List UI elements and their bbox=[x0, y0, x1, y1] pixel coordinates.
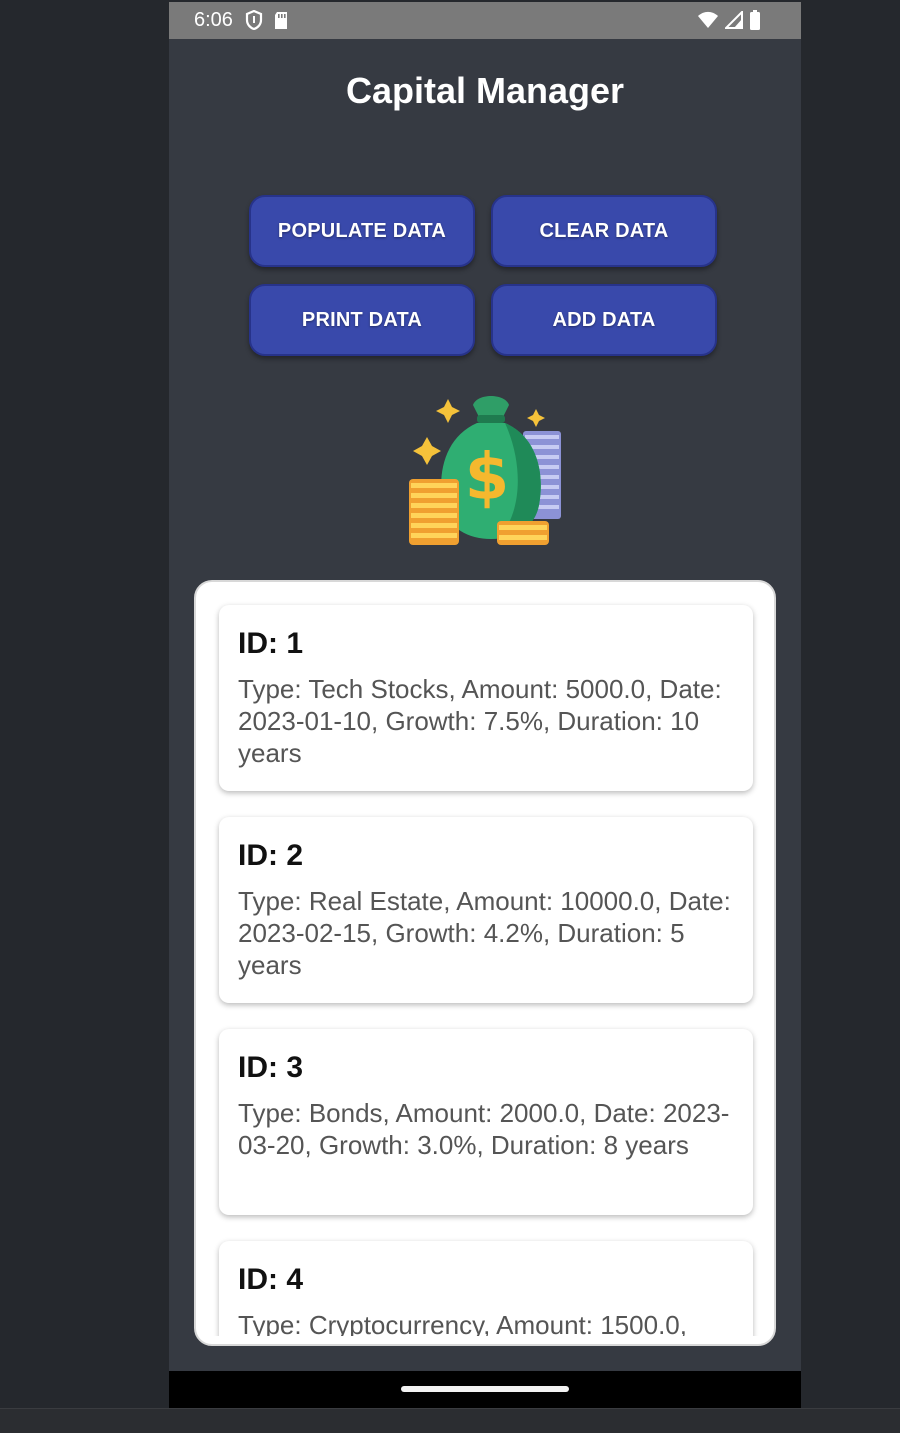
battery-icon bbox=[749, 10, 761, 35]
print-data-button[interactable]: PRINT DATA bbox=[249, 284, 475, 356]
record-id: ID: 3 bbox=[238, 1051, 304, 1084]
money-bag-icon: $ bbox=[405, 387, 565, 547]
svg-text:$: $ bbox=[465, 441, 510, 515]
clear-data-button[interactable]: CLEAR DATA bbox=[491, 195, 717, 267]
phone-screen: 6:06 Capital Manager POPULATE DATA CLEAR… bbox=[169, 2, 801, 1408]
status-bar: 6:06 bbox=[169, 2, 801, 39]
signal-icon bbox=[723, 9, 743, 34]
app-title: Capital Manager bbox=[345, 70, 625, 111]
record-id: ID: 2 bbox=[238, 839, 304, 872]
add-data-button[interactable]: ADD DATA bbox=[491, 284, 717, 356]
record-id: ID: 1 bbox=[238, 627, 304, 660]
sd-card-icon bbox=[273, 11, 289, 35]
list-item: ID: 1 Type: Tech Stocks, Amount: 5000.0,… bbox=[219, 605, 753, 791]
record-details: Type: Cryptocurrency, Amount: 1500.0, bbox=[238, 1310, 687, 1336]
shield-icon bbox=[245, 9, 263, 35]
populate-data-button[interactable]: POPULATE DATA bbox=[249, 195, 475, 267]
record-details: Type: Real Estate, Amount: 10000.0, Date… bbox=[238, 886, 731, 980]
record-details: Type: Bonds, Amount: 2000.0, Date: 2023-… bbox=[238, 1098, 730, 1160]
record-details: Type: Tech Stocks, Amount: 5000.0, Date:… bbox=[238, 674, 722, 768]
status-time: 6:06 bbox=[194, 9, 233, 31]
status-left-icons bbox=[245, 9, 289, 35]
emulator-bottom-strip bbox=[0, 1408, 900, 1433]
list-item: ID: 3 Type: Bonds, Amount: 2000.0, Date:… bbox=[219, 1029, 753, 1215]
list-item: ID: 4 Type: Cryptocurrency, Amount: 1500… bbox=[219, 1241, 753, 1336]
wifi-icon bbox=[697, 11, 719, 34]
home-gesture-handle[interactable] bbox=[401, 1386, 569, 1392]
list-item: ID: 2 Type: Real Estate, Amount: 10000.0… bbox=[219, 817, 753, 1003]
records-list[interactable]: ID: 1 Type: Tech Stocks, Amount: 5000.0,… bbox=[196, 582, 774, 1336]
records-list-panel[interactable]: ID: 1 Type: Tech Stocks, Amount: 5000.0,… bbox=[194, 580, 776, 1346]
status-right-icons bbox=[697, 9, 761, 35]
record-id: ID: 4 bbox=[238, 1263, 304, 1296]
navigation-bar bbox=[169, 1371, 801, 1408]
